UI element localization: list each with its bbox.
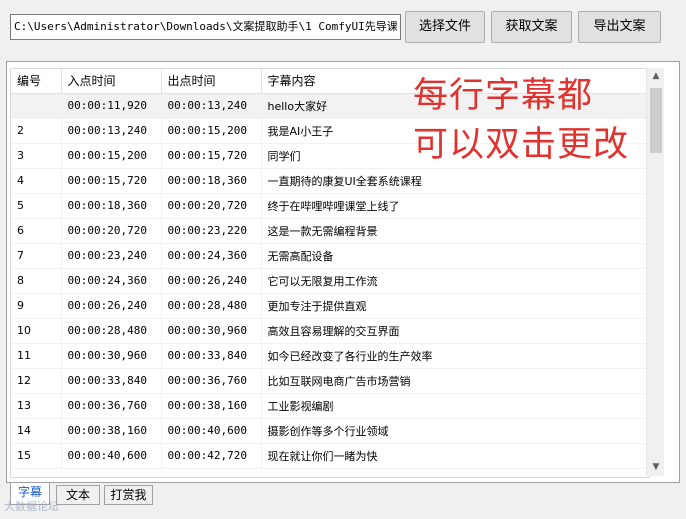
row-subtitle-cell[interactable]: 无需高配设备 — [261, 243, 649, 269]
row-in-time-cell[interactable]: 00:00:15,720 — [61, 168, 162, 194]
row-out-time-cell[interactable]: 00:00:23,220 — [161, 218, 262, 244]
table-row[interactable]: 7 00:00:23,240 00:00:24,360 无需高配设备 — [11, 243, 649, 269]
row-in-time-cell[interactable]: 00:00:24,360 — [61, 268, 162, 294]
row-subtitle-cell[interactable]: 如今已经改变了各行业的生产效率 — [261, 343, 649, 369]
scroll-up-icon[interactable]: ▲ — [647, 68, 665, 85]
tab-reward[interactable]: 打赏我 — [104, 485, 153, 505]
row-in-time-cell[interactable]: 00:00:18,360 — [61, 193, 162, 219]
row-out-time-cell[interactable]: 00:00:28,480 — [161, 293, 262, 319]
row-id-cell[interactable]: 3 — [11, 143, 62, 169]
get-text-button[interactable]: 获取文案 — [491, 11, 572, 43]
row-in-time-cell[interactable]: 00:00:13,240 — [61, 118, 162, 144]
row-id-cell[interactable]: 5 — [11, 193, 62, 219]
row-id-cell[interactable]: 10 — [11, 318, 62, 344]
row-id-cell[interactable]: 15 — [11, 443, 62, 469]
row-out-time-cell[interactable]: 00:00:18,360 — [161, 168, 262, 194]
row-id-cell[interactable]: 9 — [11, 293, 62, 319]
row-subtitle-cell[interactable]: 现在就让你们一睹为快 — [261, 443, 649, 469]
table-row[interactable]: 6 00:00:20,720 00:00:23,220 这是一款无需编程背景 — [11, 218, 649, 244]
row-subtitle-cell[interactable]: 终于在哔哩哔哩课堂上线了 — [261, 193, 649, 219]
row-out-time-cell[interactable]: 00:00:15,720 — [161, 143, 262, 169]
row-in-time-cell[interactable]: 00:00:40,600 — [61, 443, 162, 469]
row-subtitle-cell[interactable]: 这是一款无需编程背景 — [261, 218, 649, 244]
row-in-time-cell[interactable]: 00:00:33,840 — [61, 368, 162, 394]
file-path-input[interactable]: C:\Users\Administrator\Downloads\文案提取助手\… — [10, 14, 401, 40]
row-out-time-cell[interactable]: 00:00:42,720 — [161, 443, 262, 469]
row-id-cell[interactable]: 4 — [11, 168, 62, 194]
row-out-time-cell[interactable]: 00:00:30,960 — [161, 318, 262, 344]
row-out-time-cell[interactable]: 00:00:33,840 — [161, 343, 262, 369]
column-header-in-time[interactable]: 入点时间 — [61, 69, 162, 94]
table-row[interactable]: 9 00:00:26,240 00:00:28,480 更加专注于提供直观 — [11, 293, 649, 319]
row-subtitle-cell[interactable]: 摄影创作等多个行业领域 — [261, 418, 649, 444]
row-id-cell[interactable]: 6 — [11, 218, 62, 244]
row-subtitle-cell[interactable]: 它可以无限复用工作流 — [261, 268, 649, 294]
row-in-time-cell[interactable]: 00:00:20,720 — [61, 218, 162, 244]
row-subtitle-cell[interactable]: 比如互联网电商广告市场营销 — [261, 368, 649, 394]
column-header-id[interactable]: 编号 — [11, 69, 62, 94]
row-in-time-cell[interactable]: 00:00:36,760 — [61, 393, 162, 419]
table-row[interactable]: 4 00:00:15,720 00:00:18,360 一直期待的康复UI全套系统课程 — [11, 168, 649, 194]
row-in-time-cell[interactable]: 00:00:30,960 — [61, 343, 162, 369]
row-id-cell[interactable]: 11 — [11, 343, 62, 369]
row-out-time-cell[interactable]: 00:00:26,240 — [161, 268, 262, 294]
table-row[interactable]: 15 00:00:40,600 00:00:42,720 现在就让你们一睹为快 — [11, 443, 649, 469]
table-row[interactable]: 14 00:00:38,160 00:00:40,600 摄影创作等多个行业领域 — [11, 418, 649, 444]
table-row[interactable]: 8 00:00:24,360 00:00:26,240 它可以无限复用工作流 — [11, 268, 649, 294]
row-out-time-cell[interactable]: 00:00:15,200 — [161, 118, 262, 144]
scroll-thumb[interactable] — [650, 88, 662, 153]
row-out-time-cell[interactable]: 00:00:40,600 — [161, 418, 262, 444]
row-id-cell[interactable]: 14 — [11, 418, 62, 444]
row-in-time-cell[interactable]: 00:00:23,240 — [61, 243, 162, 269]
row-out-time-cell[interactable]: 00:00:36,760 — [161, 368, 262, 394]
table-row[interactable]: 11 00:00:30,960 00:00:33,840 如今已经改变了各行业的生产效… — [11, 343, 649, 369]
row-in-time-cell[interactable]: 00:00:26,240 — [61, 293, 162, 319]
row-in-time-cell[interactable]: 00:00:38,160 — [61, 418, 162, 444]
row-out-time-cell[interactable]: 00:00:24,360 — [161, 243, 262, 269]
row-subtitle-cell[interactable]: 一直期待的康复UI全套系统课程 — [261, 168, 649, 194]
table-row[interactable]: 5 00:00:18,360 00:00:20,720 终于在哔哩哔哩课堂上线了 — [11, 193, 649, 219]
row-in-time-cell[interactable]: 00:00:15,200 — [61, 143, 162, 169]
row-id-cell[interactable] — [11, 93, 62, 119]
row-out-time-cell[interactable]: 00:00:13,240 — [161, 93, 262, 119]
export-text-button[interactable]: 导出文案 — [578, 11, 661, 43]
row-id-cell[interactable]: 13 — [11, 393, 62, 419]
table-row[interactable]: 13 00:00:36,760 00:00:38,160 工业影视编剧 — [11, 393, 649, 419]
row-id-cell[interactable]: 7 — [11, 243, 62, 269]
row-id-cell[interactable]: 2 — [11, 118, 62, 144]
watermark: 大数据论坛 — [4, 500, 59, 513]
row-subtitle-cell[interactable]: 工业影视编剧 — [261, 393, 649, 419]
row-out-time-cell[interactable]: 00:00:38,160 — [161, 393, 262, 419]
annotation-line-2: 可以双击更改 — [413, 125, 630, 165]
tab-text[interactable]: 文本 — [56, 485, 100, 505]
table-row[interactable]: 10 00:00:28,480 00:00:30,960 高效且容易理解的交互界面 — [11, 318, 649, 344]
row-in-time-cell[interactable]: 00:00:28,480 — [61, 318, 162, 344]
row-id-cell[interactable]: 12 — [11, 368, 62, 394]
scroll-down-icon[interactable]: ▼ — [647, 459, 665, 476]
column-header-out-time[interactable]: 出点时间 — [161, 69, 262, 94]
row-id-cell[interactable]: 8 — [11, 268, 62, 294]
annotation-line-1: 每行字幕都 — [413, 76, 594, 116]
vertical-scrollbar[interactable]: ▲ ▼ — [646, 68, 664, 476]
row-out-time-cell[interactable]: 00:00:20,720 — [161, 193, 262, 219]
row-subtitle-cell[interactable]: 高效且容易理解的交互界面 — [261, 318, 649, 344]
row-subtitle-cell[interactable]: 更加专注于提供直观 — [261, 293, 649, 319]
table-row[interactable]: 12 00:00:33,840 00:00:36,760 比如互联网电商广告市场营销 — [11, 368, 649, 394]
select-file-button[interactable]: 选择文件 — [405, 11, 485, 43]
row-in-time-cell[interactable]: 00:00:11,920 — [61, 93, 162, 119]
